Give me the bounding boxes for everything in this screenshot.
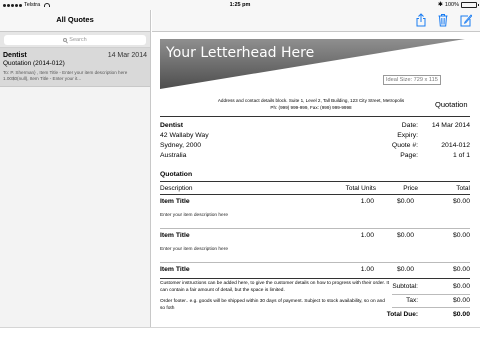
status-bar: Telstra 1:25 pm ✱ 100%	[0, 0, 480, 10]
battery-icon	[461, 2, 479, 8]
subtotal-label: Subtotal:	[392, 283, 418, 290]
divider	[160, 194, 470, 195]
share-icon[interactable]	[416, 13, 426, 27]
quote-number-value: 2014-012	[441, 142, 470, 149]
expiry-value	[420, 131, 470, 141]
total-due-value: $0.00	[452, 311, 470, 318]
item-price: $0.00	[396, 266, 414, 273]
date-value: 14 Mar 2014	[431, 122, 470, 129]
page-label: Page:	[400, 152, 418, 159]
ideal-size-label: Ideal Size: 729 x 115	[383, 75, 441, 85]
sidebar-title: All Quotes	[0, 10, 150, 32]
column-price: Price	[403, 185, 418, 192]
quote-item-subtitle: Quotation (2014-012)	[3, 60, 65, 67]
divider	[160, 116, 470, 117]
expiry-label: Expiry:	[397, 132, 418, 139]
item-total: $0.00	[452, 266, 470, 273]
subtotal-value: $0.00	[452, 283, 470, 290]
trash-icon[interactable]	[438, 13, 448, 27]
divider	[160, 278, 470, 279]
customer-instructions: Customer instructions can be added here,…	[160, 281, 390, 293]
doc-type-label: Quotation	[435, 100, 468, 109]
item-price: $0.00	[396, 232, 414, 239]
section-title: Quotation	[160, 171, 193, 178]
meta-labels: Date: Expiry: Quote #: Page:	[370, 121, 418, 161]
item-units: 1.00	[360, 232, 374, 239]
item-title: Item Title	[160, 232, 190, 239]
quote-item-date: 14 Mar 2014	[107, 52, 147, 59]
tax-label: Tax:	[406, 297, 418, 304]
search-placeholder: Search	[69, 37, 87, 43]
quote-item-description: To: P. Sherman} , Item Title - Enter you…	[3, 70, 128, 81]
item-title: Item Title	[160, 266, 190, 273]
item-description: Enter your item description here	[160, 213, 228, 218]
tax-value: $0.00	[452, 297, 470, 304]
compose-icon[interactable]	[460, 13, 472, 27]
item-price: $0.00	[396, 198, 414, 205]
divider	[160, 181, 470, 182]
divider	[392, 307, 470, 308]
client-address-line: Sydney, 2000	[160, 142, 202, 149]
address-line: Address and contact details block. Suite…	[217, 98, 405, 103]
search-icon	[63, 38, 68, 42]
client-block: Dentist 42 Wallaby Way Sydney, 2000 Aust…	[160, 121, 209, 161]
quotes-sidebar: All Quotes Search Dentist 14 Mar 2014 Qu…	[0, 10, 151, 327]
item-units: 1.00	[360, 266, 374, 273]
order-footer: Order footer.. e.g. goods will be shippe…	[160, 299, 385, 311]
page-value: 1 of 1	[452, 152, 470, 159]
phone-line: Ph: (999) 999-999, Fax: (999) 999-9998	[270, 105, 352, 110]
total-due-label: Total Due:	[386, 311, 418, 318]
divider	[392, 294, 470, 295]
column-total: Total	[456, 185, 470, 192]
quote-item-title: Dentist	[3, 52, 27, 59]
quote-list-item[interactable]: Dentist 14 Mar 2014 Quotation (2014-012)…	[0, 48, 150, 87]
letterhead-title: Your Letterhead Here	[166, 45, 315, 61]
item-description: Enter your item description here	[160, 247, 228, 252]
detail-toolbar	[152, 10, 480, 32]
clock: 1:25 pm	[229, 2, 251, 8]
item-total: $0.00	[452, 232, 470, 239]
address-block: Address and contact details block. Suite…	[186, 97, 436, 111]
item-title: Item Title	[160, 198, 190, 205]
bottom-bar	[0, 327, 480, 360]
column-description: Description	[160, 185, 193, 192]
quote-number-label: Quote #:	[391, 142, 418, 149]
client-address-line: 42 Wallaby Way	[160, 132, 209, 139]
bluetooth-icon: ✱	[437, 2, 443, 8]
item-units: 1.00	[360, 198, 374, 205]
item-total: $0.00	[452, 198, 470, 205]
meta-values: 14 Mar 2014 2014-012 1 of 1	[420, 121, 470, 161]
client-address-line: Australia	[160, 152, 187, 159]
search-bar: Search	[0, 32, 150, 48]
client-name: Dentist	[160, 122, 184, 129]
date-label: Date:	[401, 122, 418, 129]
divider	[160, 228, 470, 229]
divider	[160, 262, 470, 263]
column-units: Total Units	[345, 185, 376, 192]
battery-percent: 100%	[444, 2, 459, 8]
battery-group: ✱ 100%	[437, 0, 479, 10]
search-input[interactable]: Search	[4, 35, 146, 45]
